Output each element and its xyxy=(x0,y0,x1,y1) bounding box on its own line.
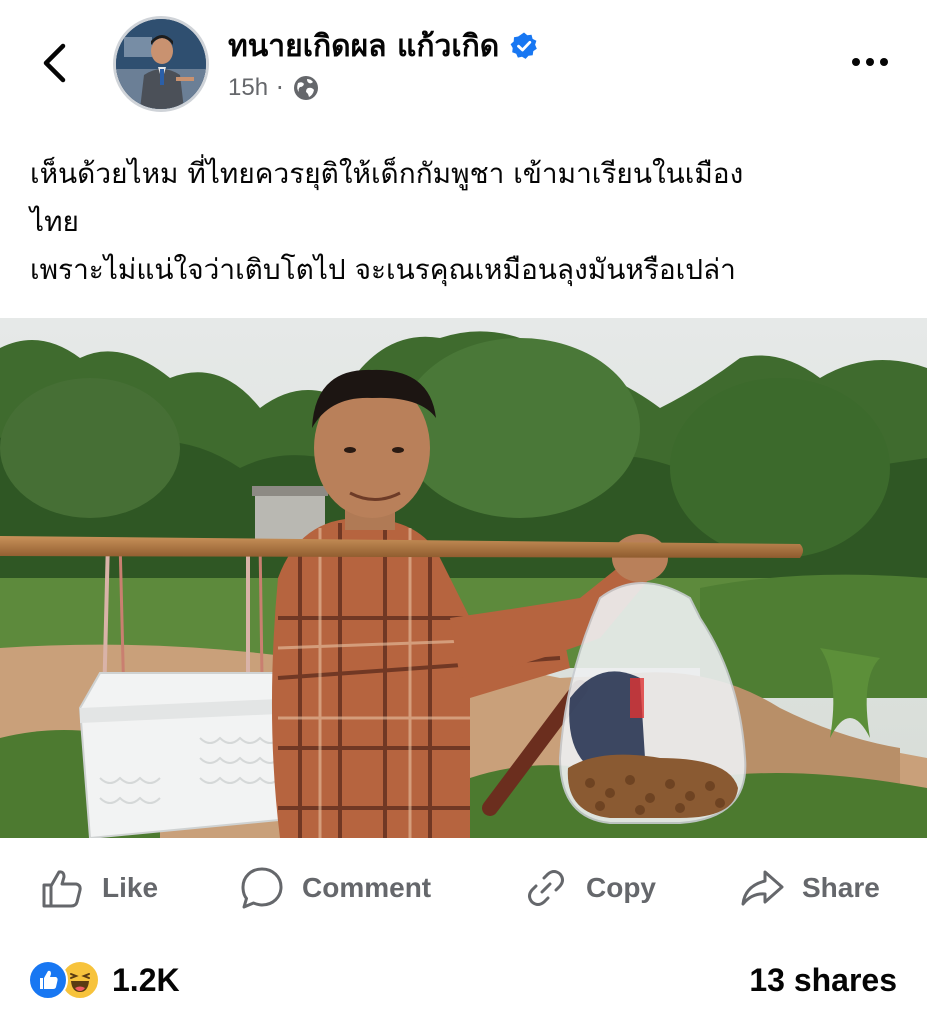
more-dot xyxy=(880,58,888,66)
more-options-button[interactable] xyxy=(842,40,898,84)
more-dot xyxy=(866,58,874,66)
share-label: Share xyxy=(802,872,880,903)
post-actions: Like Comment Copy Share xyxy=(0,850,927,926)
like-reaction-icon xyxy=(28,960,68,1000)
author-avatar[interactable] xyxy=(113,16,209,112)
reactions-summary[interactable]: 1.2K xyxy=(28,960,180,1000)
comment-bubble-icon xyxy=(241,867,283,909)
post-text-line: เห็นด้วยไหม ที่ไทยควรยุติให้เด็กกัมพูชา … xyxy=(30,157,744,190)
post-text-line: เพราะไม่แน่ใจว่าเติบโตไป จะเนรคุณเหมือนล… xyxy=(30,253,736,286)
post-body: เห็นด้วยไหม ที่ไทยควรยุติให้เด็กกัมพูชา … xyxy=(30,150,900,294)
copy-link-button[interactable]: Copy xyxy=(522,860,656,916)
verified-badge-icon xyxy=(510,32,538,59)
post-text-line: ไทย xyxy=(30,205,79,238)
back-button[interactable] xyxy=(30,38,80,88)
comment-button[interactable]: Comment xyxy=(238,860,431,916)
reaction-count: 1.2K xyxy=(112,961,180,998)
meta-separator: · xyxy=(276,74,284,102)
comment-label: Comment xyxy=(302,872,432,903)
post-stats: 1.2K 13 shares xyxy=(0,948,927,1012)
post-time[interactable]: 15h xyxy=(228,74,268,102)
share-arrow-icon xyxy=(741,870,784,906)
like-label: Like xyxy=(102,872,159,903)
copy-label: Copy xyxy=(586,872,656,903)
more-dot xyxy=(852,58,860,66)
post-photo[interactable] xyxy=(0,318,927,838)
chevron-left-icon xyxy=(43,43,66,83)
like-button[interactable]: Like xyxy=(38,860,158,916)
author-name[interactable]: ทนายเกิดผล แก้วเกิด xyxy=(228,23,499,70)
globe-icon xyxy=(293,76,318,100)
shares-count[interactable]: 13 shares xyxy=(749,962,897,999)
link-icon xyxy=(528,870,564,906)
thumbs-up-icon xyxy=(42,870,82,908)
post-header: ทนายเกิดผล แก้วเกิด 15h · xyxy=(0,0,927,120)
author-name-row: ทนายเกิดผล แก้วเกิด xyxy=(228,24,539,68)
post-meta: 15h · xyxy=(228,72,320,104)
share-button[interactable]: Share xyxy=(738,860,880,916)
